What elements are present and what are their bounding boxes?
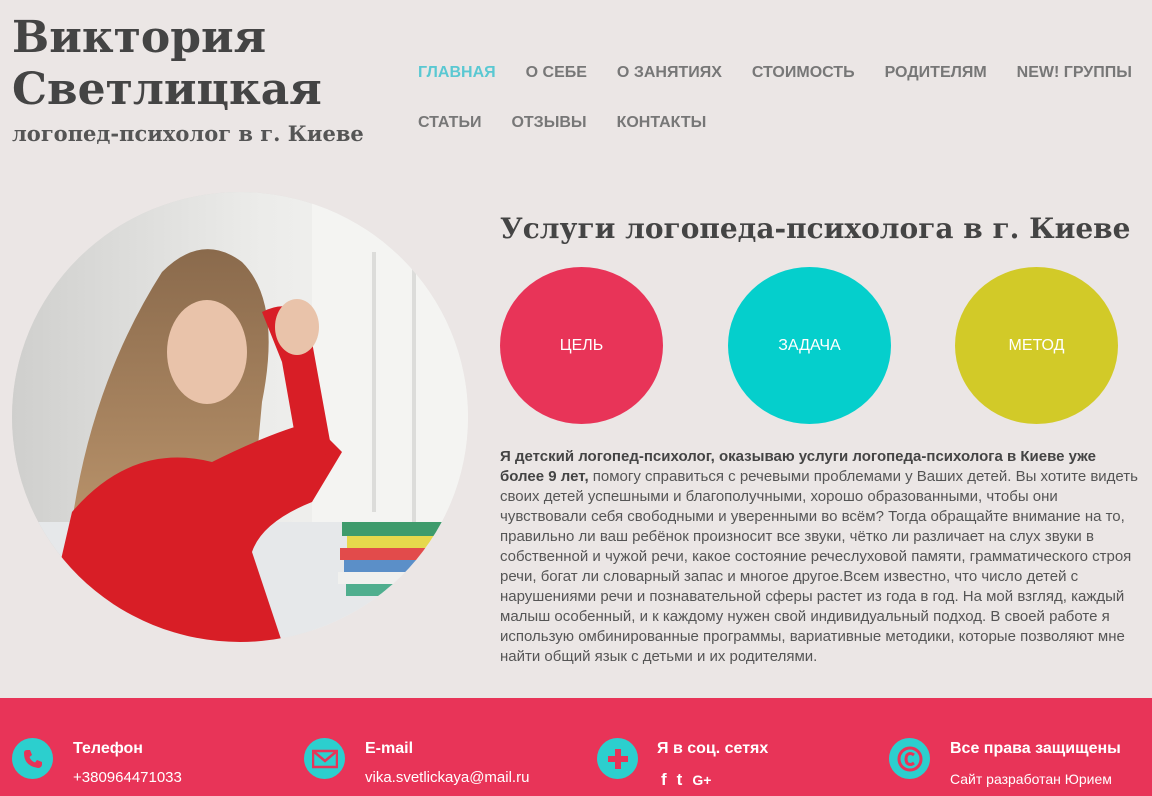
main-nav: ГЛАВНАЯ О СЕБЕ О ЗАНЯТИЯХ СТОИМОСТЬ РОДИ…: [418, 60, 1152, 160]
rights-title: Все права защищены: [950, 740, 1121, 757]
method-circle-button[interactable]: МЕТОД: [955, 267, 1118, 424]
facebook-icon[interactable]: f: [661, 770, 667, 790]
mail-icon: [304, 738, 345, 779]
portrait-photo: [12, 192, 468, 642]
brand-subtitle: логопед-психолог в г. Киеве: [12, 121, 364, 146]
phone-icon: [12, 738, 53, 779]
twitter-icon[interactable]: t: [677, 770, 683, 790]
task-label: ЗАДАЧА: [778, 336, 841, 354]
nav-row-2: СТАТЬИ ОТЗЫВЫ КОНТАКТЫ: [418, 110, 1152, 136]
nav-item-lessons[interactable]: О ЗАНЯТИЯХ: [617, 60, 722, 86]
brand-name-line2: Светлицкая: [12, 64, 322, 115]
nav-item-groups[interactable]: NEW! ГРУППЫ: [1017, 60, 1132, 86]
goal-circle-button[interactable]: ЦЕЛЬ: [500, 267, 663, 424]
nav-item-prices[interactable]: СТОИМОСТЬ: [752, 60, 855, 86]
copyright-icon: [889, 738, 930, 779]
nav-item-articles[interactable]: СТАТЬИ: [418, 110, 481, 136]
plus-icon: [597, 738, 638, 779]
goal-label: ЦЕЛЬ: [559, 336, 604, 354]
phone-title: Телефон: [73, 740, 143, 757]
nav-item-about[interactable]: О СЕБЕ: [526, 60, 587, 86]
google-plus-icon[interactable]: G+: [692, 770, 711, 790]
nav-row-1: ГЛАВНАЯ О СЕБЕ О ЗАНЯТИЯХ СТОИМОСТЬ РОДИ…: [418, 60, 1152, 86]
method-label: МЕТОД: [1008, 336, 1065, 354]
intro-paragraph: Я детский логопед-психолог, оказываю усл…: [500, 447, 1144, 667]
nav-item-contacts[interactable]: КОНТАКТЫ: [617, 110, 707, 136]
nav-item-parents[interactable]: РОДИТЕЛЯМ: [885, 60, 987, 86]
site-brand[interactable]: Виктория Светлицкая логопед-психолог в г…: [12, 12, 364, 148]
nav-item-home[interactable]: ГЛАВНАЯ: [418, 60, 496, 86]
email-link[interactable]: vika.svetlickaya@mail.ru: [365, 769, 529, 786]
intro-body-text: помогу справиться с речевыми проблемами …: [500, 468, 1138, 665]
rights-text: Сайт разработан Юрием: [950, 771, 1112, 787]
nav-item-reviews[interactable]: ОТЗЫВЫ: [511, 110, 586, 136]
social-title: Я в соц. сетях: [657, 740, 769, 757]
social-links: f t G+: [661, 770, 711, 790]
email-title: E-mail: [365, 740, 414, 757]
footer: Телефон +380964471033 E-mail vika.svetli…: [0, 698, 1152, 796]
phone-link[interactable]: +380964471033: [73, 769, 182, 786]
task-circle-button[interactable]: ЗАДАЧА: [728, 267, 891, 424]
brand-name-line1: Виктория: [12, 12, 267, 63]
section-title: Услуги логопеда-психолога в г. Киеве: [500, 212, 1131, 245]
